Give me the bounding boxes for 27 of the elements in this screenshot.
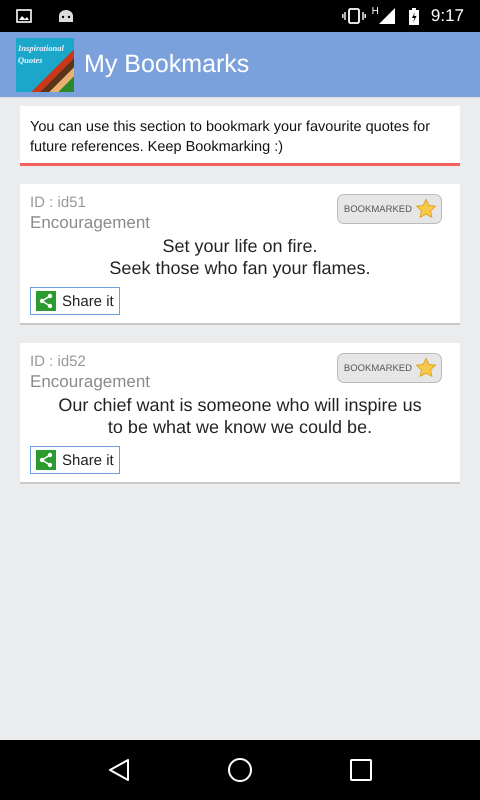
share-icon bbox=[36, 291, 56, 311]
vibrate-icon bbox=[342, 8, 366, 24]
clock: 9:17 bbox=[430, 6, 464, 26]
share-button[interactable]: Share it bbox=[30, 446, 120, 474]
app-logo: Inspirational Quotes bbox=[16, 38, 74, 92]
intro-text: You can use this section to bookmark your favourite quotes for future references. Keep Bookmarking :) bbox=[30, 119, 430, 155]
quote-id: ID : id51 bbox=[30, 194, 87, 211]
quote-category: Encouragement bbox=[30, 213, 150, 233]
network-type: H bbox=[372, 6, 379, 17]
share-icon bbox=[36, 450, 56, 470]
home-icon[interactable] bbox=[226, 757, 253, 783]
signal-icon bbox=[378, 8, 395, 24]
quote-category: Encouragement bbox=[30, 372, 150, 392]
app-title: My Bookmarks bbox=[84, 50, 250, 79]
back-icon[interactable] bbox=[108, 758, 130, 782]
battery-icon bbox=[408, 8, 419, 24]
quote-text: Set your life on fire. Seek those who fan your flames. bbox=[108, 235, 372, 279]
bookmarked-button[interactable]: BOOKMARKED bbox=[336, 194, 442, 224]
image-icon bbox=[16, 9, 32, 23]
quote-id: ID : id52 bbox=[30, 353, 87, 370]
quote-text: Our chief want is someone who will inspire us to be what we know we could be. bbox=[57, 394, 423, 438]
star-icon bbox=[415, 357, 437, 379]
star-icon bbox=[415, 198, 437, 220]
bookmarked-button[interactable]: BOOKMARKED bbox=[336, 353, 442, 383]
recents-icon[interactable] bbox=[350, 759, 372, 781]
android-icon bbox=[58, 9, 74, 23]
share-button[interactable]: Share it bbox=[30, 287, 120, 315]
